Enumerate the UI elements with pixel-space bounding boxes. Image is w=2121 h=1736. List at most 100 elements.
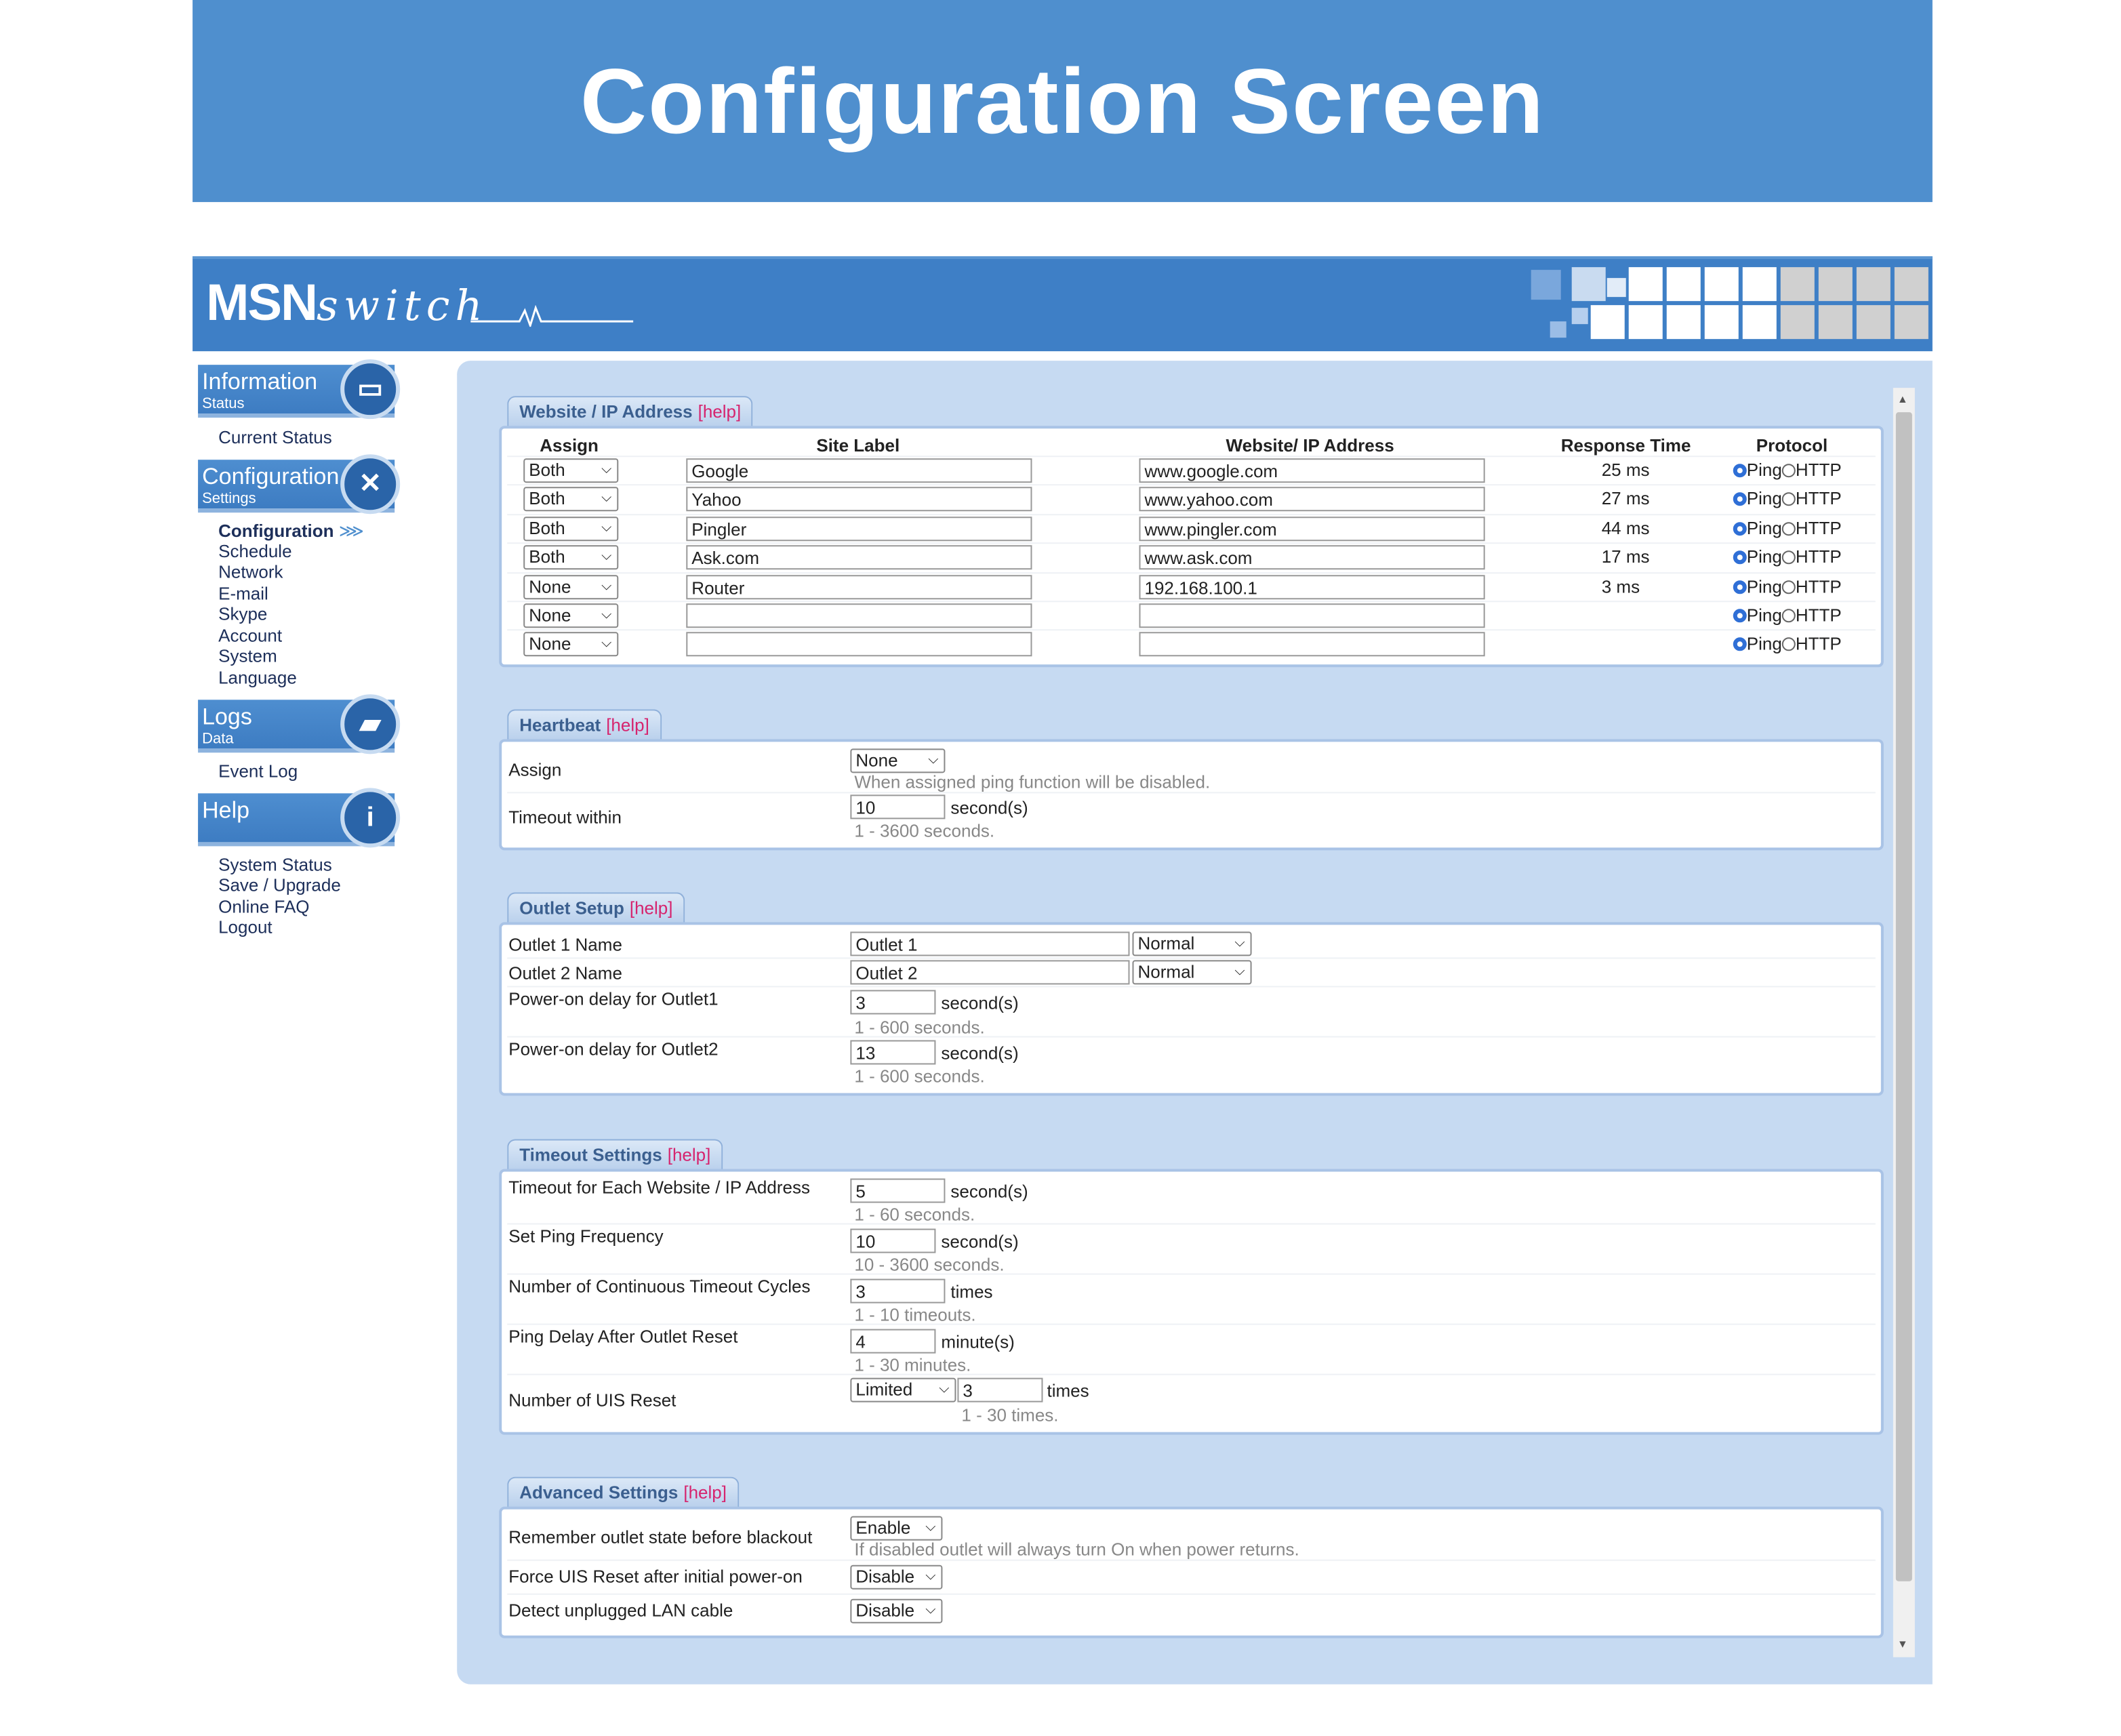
- heartbeat-assign-label: Assign: [508, 759, 562, 780]
- heartbeat-assign-select[interactable]: None ⌵: [850, 748, 946, 773]
- site-label-input[interactable]: [686, 603, 1032, 628]
- site-assign-select[interactable]: None ⌵: [523, 603, 619, 628]
- nav-section-information[interactable]: Information Status ▭: [198, 359, 401, 420]
- site-assign-select[interactable]: Both ⌵: [523, 516, 619, 541]
- protocol-radio-http[interactable]: [1781, 492, 1796, 507]
- nav-section-configuration[interactable]: Configuration Settings ✕: [198, 454, 401, 514]
- protocol-radio-http[interactable]: [1781, 464, 1796, 478]
- sidebar-item-skype[interactable]: Skype: [218, 603, 267, 624]
- help-link[interactable]: [help]: [606, 714, 649, 735]
- protocol-radio-http[interactable]: [1781, 550, 1796, 565]
- row-divider: [507, 456, 1876, 458]
- outlet-setup-box: Outlet 1 Name Outlet 1 Normal ⌵ Outlet 2 …: [499, 922, 1884, 1096]
- outlet2-mode-select[interactable]: Normal ⌵: [1132, 960, 1252, 985]
- site-address-input[interactable]: www.pingler.com: [1139, 516, 1485, 541]
- chevron-down-icon: ⌵: [601, 491, 612, 507]
- site-address-input[interactable]: [1139, 632, 1485, 658]
- protocol-radio-group[interactable]: Ping HTTP: [1733, 518, 1842, 538]
- site-assign-select[interactable]: Both ⌵: [523, 545, 619, 570]
- sidebar-item-language[interactable]: Language: [218, 667, 297, 687]
- site-label-input[interactable]: Yahoo: [686, 487, 1032, 512]
- force-uis-reset-select[interactable]: Disable ⌵: [850, 1565, 943, 1590]
- uis-reset-count-input[interactable]: 3: [957, 1377, 1043, 1402]
- scroll-down-icon[interactable]: ▼: [1897, 1638, 1908, 1651]
- protocol-radio-group[interactable]: Ping HTTP: [1733, 634, 1842, 654]
- scroll-up-icon[interactable]: ▲: [1897, 393, 1908, 405]
- sidebar-item-system[interactable]: System: [218, 645, 277, 666]
- nav-section-logs[interactable]: Logs Data ▰: [198, 694, 401, 754]
- scroll-thumb[interactable]: [1895, 412, 1912, 1581]
- outlet1-name-label: Outlet 1 Name: [508, 934, 622, 955]
- ping-frequency-input[interactable]: 10: [850, 1228, 936, 1253]
- sidebar-item-account[interactable]: Account: [218, 625, 282, 645]
- sidebar-item-event-log[interactable]: Event Log: [218, 761, 298, 781]
- nav-section-help[interactable]: Help i: [198, 788, 401, 848]
- protocol-radio-ping[interactable]: [1733, 464, 1747, 478]
- site-label-input[interactable]: [686, 632, 1032, 658]
- detect-lan-select[interactable]: Disable ⌵: [850, 1598, 943, 1623]
- response-time: 25 ms: [1601, 460, 1650, 481]
- sidebar-item-system-status[interactable]: System Status: [218, 854, 332, 874]
- tab-website-ip-address: Website / IP Address [help]: [507, 396, 754, 428]
- sidebar-item-logout[interactable]: Logout: [218, 916, 272, 937]
- outlet1-delay-input[interactable]: 3: [850, 990, 936, 1015]
- site-assign-select[interactable]: None ⌵: [523, 632, 619, 658]
- protocol-radio-ping[interactable]: [1733, 580, 1747, 594]
- sidebar-item-current-status[interactable]: Current Status: [218, 427, 332, 447]
- protocol-radio-group[interactable]: Ping HTTP: [1733, 576, 1842, 596]
- help-link[interactable]: [help]: [630, 897, 673, 918]
- heartbeat-timeout-input[interactable]: 10: [850, 794, 946, 820]
- chevron-down-icon: ⌵: [601, 607, 612, 623]
- protocol-radio-http[interactable]: [1781, 521, 1796, 536]
- outlet2-delay-input[interactable]: 13: [850, 1040, 936, 1065]
- vertical-scrollbar[interactable]: ▲ ▼: [1893, 388, 1915, 1657]
- protocol-radio-http[interactable]: [1781, 580, 1796, 594]
- help-link[interactable]: [help]: [683, 1482, 727, 1503]
- row-divider: [507, 513, 1876, 515]
- protocol-radio-ping[interactable]: [1733, 638, 1747, 652]
- protocol-radio-ping[interactable]: [1733, 492, 1747, 507]
- site-assign-select[interactable]: Both ⌵: [523, 458, 619, 483]
- heartbeat-timeout-hint: 1 - 3600 seconds.: [854, 820, 995, 841]
- outlet1-mode-select[interactable]: Normal ⌵: [1132, 931, 1252, 956]
- protocol-radio-group[interactable]: Ping HTTP: [1733, 460, 1842, 480]
- chevron-down-icon: ⌵: [925, 1520, 936, 1535]
- help-link[interactable]: [help]: [668, 1145, 711, 1165]
- protocol-radio-ping[interactable]: [1733, 521, 1747, 536]
- sidebar-item-email[interactable]: E-mail: [218, 583, 268, 603]
- protocol-radio-group[interactable]: Ping HTTP: [1733, 605, 1842, 625]
- sidebar-item-network[interactable]: Network: [218, 561, 283, 582]
- site-label-input[interactable]: Router: [686, 574, 1032, 599]
- sidebar-item-configuration[interactable]: Configuration ⋙: [218, 521, 364, 542]
- site-assign-select[interactable]: Both ⌵: [523, 487, 619, 512]
- site-address-input[interactable]: www.ask.com: [1139, 545, 1485, 570]
- site-address-input[interactable]: [1139, 603, 1485, 628]
- sidebar-item-save-upgrade[interactable]: Save / Upgrade: [218, 874, 341, 895]
- site-address-input[interactable]: 192.168.100.1: [1139, 574, 1485, 599]
- protocol-radio-ping[interactable]: [1733, 609, 1747, 623]
- site-label-input[interactable]: Google: [686, 458, 1032, 483]
- outlet2-name-input[interactable]: Outlet 2: [850, 960, 1130, 985]
- help-link[interactable]: [help]: [698, 401, 742, 422]
- sidebar-item-online-faq[interactable]: Online FAQ: [218, 896, 309, 916]
- sidebar-item-schedule[interactable]: Schedule: [218, 541, 291, 561]
- protocol-radio-http[interactable]: [1781, 609, 1796, 623]
- site-label-input[interactable]: Pingler: [686, 516, 1032, 541]
- protocol-radio-ping[interactable]: [1733, 550, 1747, 565]
- site-label-input[interactable]: Ask.com: [686, 545, 1032, 570]
- ping-delay-input[interactable]: 4: [850, 1329, 936, 1354]
- protocol-radio-group[interactable]: Ping HTTP: [1733, 489, 1842, 509]
- protocol-radio-http[interactable]: [1781, 638, 1796, 652]
- remember-state-select[interactable]: Enable ⌵: [850, 1516, 943, 1541]
- banner: Configuration Screen: [193, 0, 1933, 203]
- row-divider: [507, 601, 1876, 603]
- site-address-input[interactable]: www.google.com: [1139, 458, 1485, 483]
- site-assign-select[interactable]: None ⌵: [523, 574, 619, 599]
- outlet1-name-input[interactable]: Outlet 1: [850, 931, 1130, 956]
- uis-reset-mode-select[interactable]: Limited ⌵: [850, 1377, 956, 1402]
- outlet1-delay-label: Power-on delay for Outlet1: [508, 988, 719, 1009]
- site-address-input[interactable]: www.yahoo.com: [1139, 487, 1485, 512]
- website-timeout-input[interactable]: 5: [850, 1178, 946, 1203]
- timeout-cycles-input[interactable]: 3: [850, 1278, 946, 1304]
- protocol-radio-group[interactable]: Ping HTTP: [1733, 547, 1842, 567]
